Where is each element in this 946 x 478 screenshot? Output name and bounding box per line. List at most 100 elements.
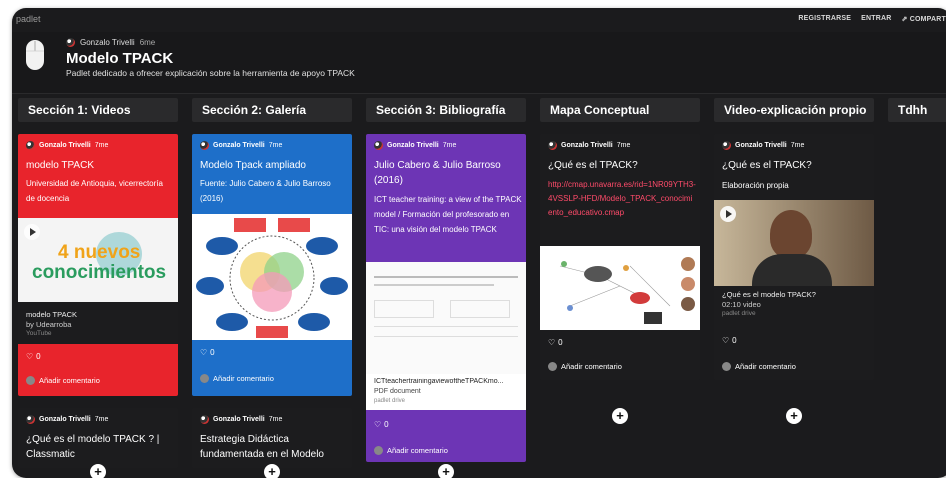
post-author: Gonzalo Trivelli 7me [200,141,282,150]
person-body [752,254,832,286]
brand-logo[interactable]: padlet [16,14,41,24]
post-time: 7me [268,142,283,149]
post-time: 7me [442,142,457,149]
column-title[interactable]: Tdhh [888,98,946,122]
page-title: Modelo TPACK [66,50,174,67]
add-comment[interactable]: Añadir comentario [200,374,274,383]
heart-icon: ♡ [374,420,382,429]
post-link[interactable]: http://cmap.unavarra.es/rid=1NR09YTH3-4V… [548,178,696,220]
comment-avatar-icon [722,362,731,371]
post-time: 7me [616,142,631,149]
padlet-board: padlet REGISTRARSE ENTRAR ⇗ COMPART Gonz… [12,8,946,478]
author-name: Gonzalo Trivelli [735,142,787,149]
add-post-button[interactable]: + [612,408,628,424]
post-title: Julio Cabero & Julio Barroso (2016) [374,160,501,186]
comment-label: Añadir comentario [213,374,274,383]
post-card[interactable]: Gonzalo Trivelli 7me Estrategia Didáctic… [192,408,352,468]
thumb-text: 4 nuevos [58,242,141,263]
mouse-icon [26,40,44,70]
attachment-source: padlet drive [722,310,756,317]
pdf-preview[interactable] [366,262,526,374]
post-card[interactable]: Gonzalo Trivelli 7me ¿Qué es el TPACK? E… [714,134,874,380]
like-count: 0 [36,352,41,361]
comment-avatar-icon [200,374,209,383]
top-nav: REGISTRARSE ENTRAR ⇗ COMPART [798,15,946,23]
like-button[interactable]: ♡ 0 [722,336,737,345]
comment-label: Añadir comentario [387,446,448,455]
video-thumbnail[interactable] [714,200,874,286]
column-title[interactable]: Video-explicación propio [714,98,874,122]
add-comment[interactable]: Añadir comentario [722,362,796,371]
post-title: ¿Qué es el modelo TPACK ? | Classmatic [26,434,160,460]
add-post-button[interactable]: + [90,464,106,478]
header-author: Gonzalo Trivelli [80,38,135,47]
column-gallery: Sección 2: Galería Gonzalo Trivelli 7me … [192,98,352,478]
attachment-meta: 02:10 video [722,300,761,309]
attachment-source: YouTube [26,330,52,337]
post-time: 7me [268,416,283,423]
add-comment[interactable]: Añadir comentario [374,446,448,455]
register-link[interactable]: REGISTRARSE [798,15,851,23]
login-link[interactable]: ENTRAR [861,15,891,23]
column-videos: Sección 1: Videos Gonzalo Trivelli 7me m… [18,98,178,478]
avatar [548,141,557,150]
header-time: 6me [139,38,156,47]
column-title[interactable]: Sección 2: Galería [192,98,352,122]
tpack-diagram-image[interactable] [192,214,352,340]
attachment-info[interactable]: ICTteachertrainingaviewoftheTPACKmo... P… [366,374,526,410]
comment-avatar-icon [374,446,383,455]
post-time: 7me [790,142,805,149]
play-icon[interactable] [24,224,40,240]
post-title: ¿Qué es el TPACK? [722,160,812,171]
post-author: Gonzalo Trivelli 7me [548,141,630,150]
author-name: Gonzalo Trivelli [39,142,91,149]
share-link[interactable]: ⇗ COMPART [902,15,946,23]
like-button[interactable]: ♡ 0 [548,338,563,347]
post-card[interactable]: Gonzalo Trivelli 7me Julio Cabero & Juli… [366,134,526,462]
attachment-title: modelo TPACK [26,310,77,319]
like-count: 0 [732,336,737,345]
post-title: Modelo Tpack ampliado [200,160,306,171]
column-own-video: Video-explicación propio Gonzalo Trivell… [714,98,874,424]
column-title[interactable]: Sección 1: Videos [18,98,178,122]
author-name: Gonzalo Trivelli [561,142,613,149]
add-post-button[interactable]: + [438,464,454,478]
heart-icon: ♡ [722,336,730,345]
post-card[interactable]: Gonzalo Trivelli 7me ¿Qué es el TPACK? h… [540,134,700,380]
add-post-button[interactable]: + [786,408,802,424]
column-title[interactable]: Sección 3: Bibliografía [366,98,526,122]
add-comment[interactable]: Añadir comentario [26,376,100,385]
post-author: Gonzalo Trivelli 7me [374,141,456,150]
post-card[interactable]: Gonzalo Trivelli 7me modelo TPACK Univer… [18,134,178,396]
attachment-title: ¿Qué es el modelo TPACK? [722,290,816,299]
video-thumbnail[interactable]: 4 nuevos conocimientos [18,218,178,302]
add-post-button[interactable]: + [264,464,280,478]
attachment-info[interactable]: modelo TPACK by Udearroba YouTube [18,302,178,344]
post-card[interactable]: Gonzalo Trivelli 7me Modelo Tpack amplia… [192,134,352,396]
attachment-source: padlet drive [374,398,406,404]
avatar [722,141,731,150]
attachment-title: ICTteachertrainingaviewoftheTPACKmo... [374,378,504,385]
play-icon[interactable] [720,206,736,222]
avatar [200,141,209,150]
like-count: 0 [384,420,389,429]
heart-icon: ♡ [200,348,208,357]
board-header: Gonzalo Trivelli 6me Modelo TPACK Padlet… [12,32,946,94]
add-comment[interactable]: Añadir comentario [548,362,622,371]
heart-icon: ♡ [548,338,556,347]
post-card[interactable]: Gonzalo Trivelli 7me ¿Qué es el modelo T… [18,408,178,468]
top-bar: padlet REGISTRARSE ENTRAR ⇗ COMPART [12,8,946,32]
like-button[interactable]: ♡ 0 [200,348,215,357]
post-author: Gonzalo Trivelli 7me [200,415,282,424]
like-button[interactable]: ♡ 0 [26,352,41,361]
post-body: ICT teacher training: a view of the TPAC… [374,195,522,234]
like-button[interactable]: ♡ 0 [374,420,389,429]
author-name: Gonzalo Trivelli [39,416,91,423]
post-title: ¿Qué es el TPACK? [548,160,638,171]
concept-map-image[interactable] [540,246,700,330]
avatar [66,38,75,47]
attachment-info[interactable]: ¿Qué es el modelo TPACK? 02:10 video pad… [714,286,874,326]
person-head [770,210,812,258]
column-title[interactable]: Mapa Conceptual [540,98,700,122]
comment-label: Añadir comentario [735,362,796,371]
